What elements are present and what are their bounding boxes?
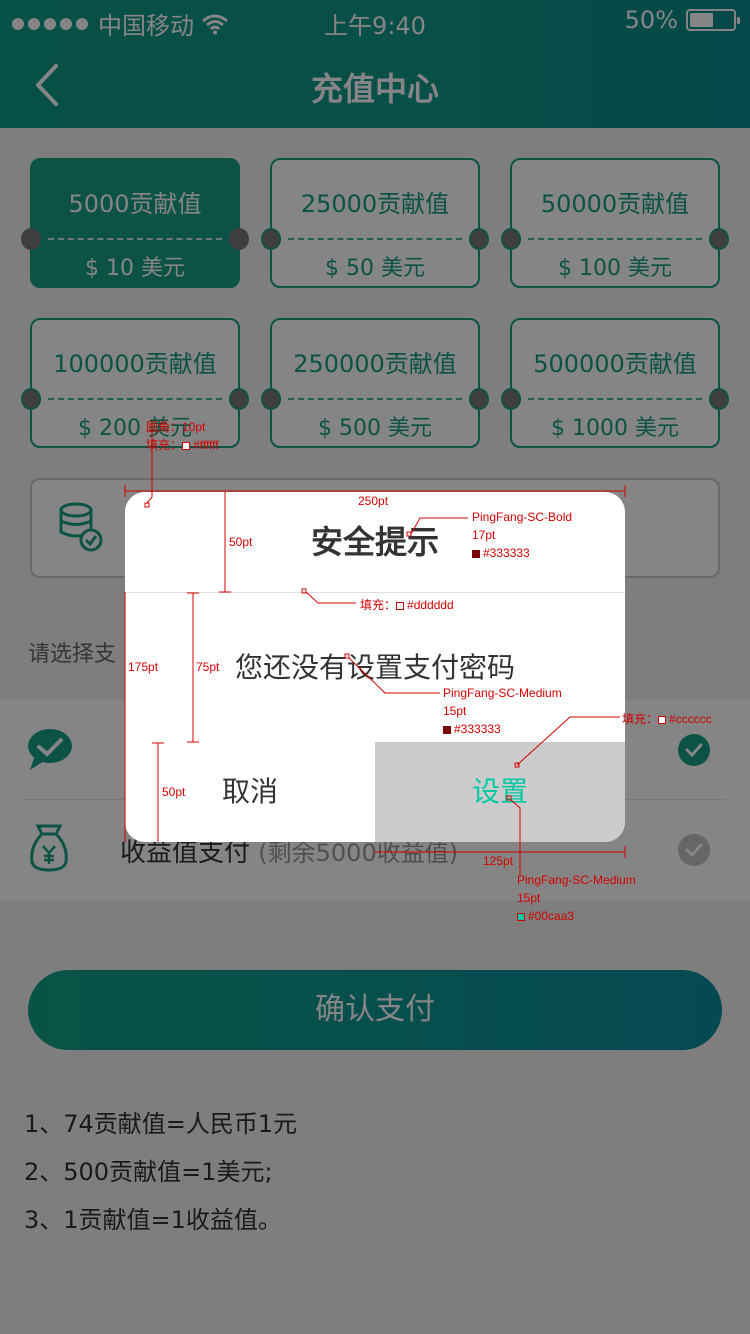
set-password-button[interactable]: 设置 <box>375 742 625 842</box>
security-alert-dialog: 安全提示 您还没有设置支付密码 取消 设置 <box>125 492 625 842</box>
cancel-button[interactable]: 取消 <box>125 742 375 842</box>
dialog-title: 安全提示 <box>310 523 439 561</box>
dialog-message: 您还没有设置支付密码 <box>234 651 515 684</box>
